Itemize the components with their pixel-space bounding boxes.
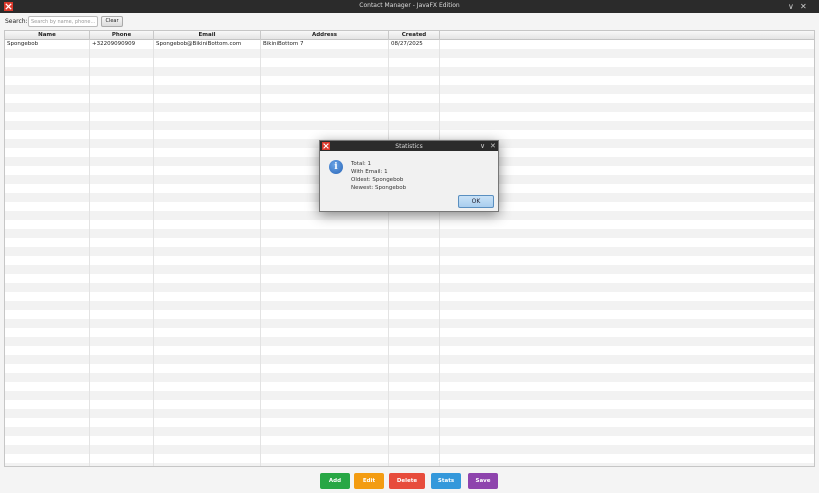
minimize-icon[interactable]: ∨ bbox=[788, 1, 794, 12]
column-divider bbox=[439, 40, 440, 466]
cell-phone: +32209090909 bbox=[92, 41, 136, 47]
stat-with-email: With Email: 1 bbox=[351, 169, 388, 175]
add-button[interactable]: Add bbox=[320, 473, 350, 489]
column-header-email[interactable]: Email bbox=[154, 31, 261, 40]
clear-button[interactable]: Clear bbox=[101, 16, 123, 27]
search-input[interactable] bbox=[28, 16, 98, 27]
edit-button[interactable]: Edit bbox=[354, 473, 384, 489]
column-header-address[interactable]: Address bbox=[261, 31, 389, 40]
table-body bbox=[5, 40, 814, 466]
cell-created: 08/27/2025 bbox=[391, 41, 423, 47]
delete-button[interactable]: Delete bbox=[389, 473, 425, 489]
column-divider bbox=[153, 40, 154, 466]
close-icon[interactable]: ✕ bbox=[490, 141, 496, 151]
stat-total: Total: 1 bbox=[351, 161, 371, 167]
dialog-title: Statistics bbox=[395, 143, 423, 150]
column-divider bbox=[89, 40, 90, 466]
stat-oldest: Oldest: Spongebob bbox=[351, 177, 404, 183]
statistics-dialog: Statistics ∨ ✕ i Total: 1 With Email: 1 … bbox=[319, 140, 499, 212]
info-icon: i bbox=[329, 160, 343, 174]
cell-email: Spongebob@BikiniBottom.com bbox=[156, 41, 242, 47]
stats-button[interactable]: Stats bbox=[431, 473, 461, 489]
ok-button[interactable]: OK bbox=[458, 195, 494, 208]
search-toolbar: Search: Clear bbox=[0, 13, 819, 30]
column-header-phone[interactable]: Phone bbox=[90, 31, 154, 40]
minimize-icon[interactable]: ∨ bbox=[480, 141, 485, 151]
search-label: Search: bbox=[5, 18, 28, 25]
window-title: Contact Manager - JavaFX Edition bbox=[359, 2, 460, 9]
close-icon[interactable]: ✕ bbox=[800, 1, 807, 12]
table-row[interactable]: Spongebob +32209090909 Spongebob@BikiniB… bbox=[5, 40, 814, 49]
column-header-created[interactable]: Created bbox=[389, 31, 440, 40]
column-header-name[interactable]: Name bbox=[5, 31, 90, 40]
contacts-table[interactable]: Name Phone Email Address Created Spongeb… bbox=[4, 30, 815, 467]
save-button[interactable]: Save bbox=[468, 473, 498, 489]
dialog-title-bar: Statistics ∨ ✕ bbox=[320, 141, 498, 151]
stat-newest: Newest: Spongebob bbox=[351, 185, 407, 191]
column-divider bbox=[388, 40, 389, 466]
cell-address: BikiniBottom 7 bbox=[263, 41, 304, 47]
table-header: Name Phone Email Address Created bbox=[5, 31, 814, 40]
title-bar: Contact Manager - JavaFX Edition ∨ ✕ bbox=[0, 0, 819, 13]
column-divider bbox=[260, 40, 261, 466]
cell-name: Spongebob bbox=[7, 41, 39, 47]
